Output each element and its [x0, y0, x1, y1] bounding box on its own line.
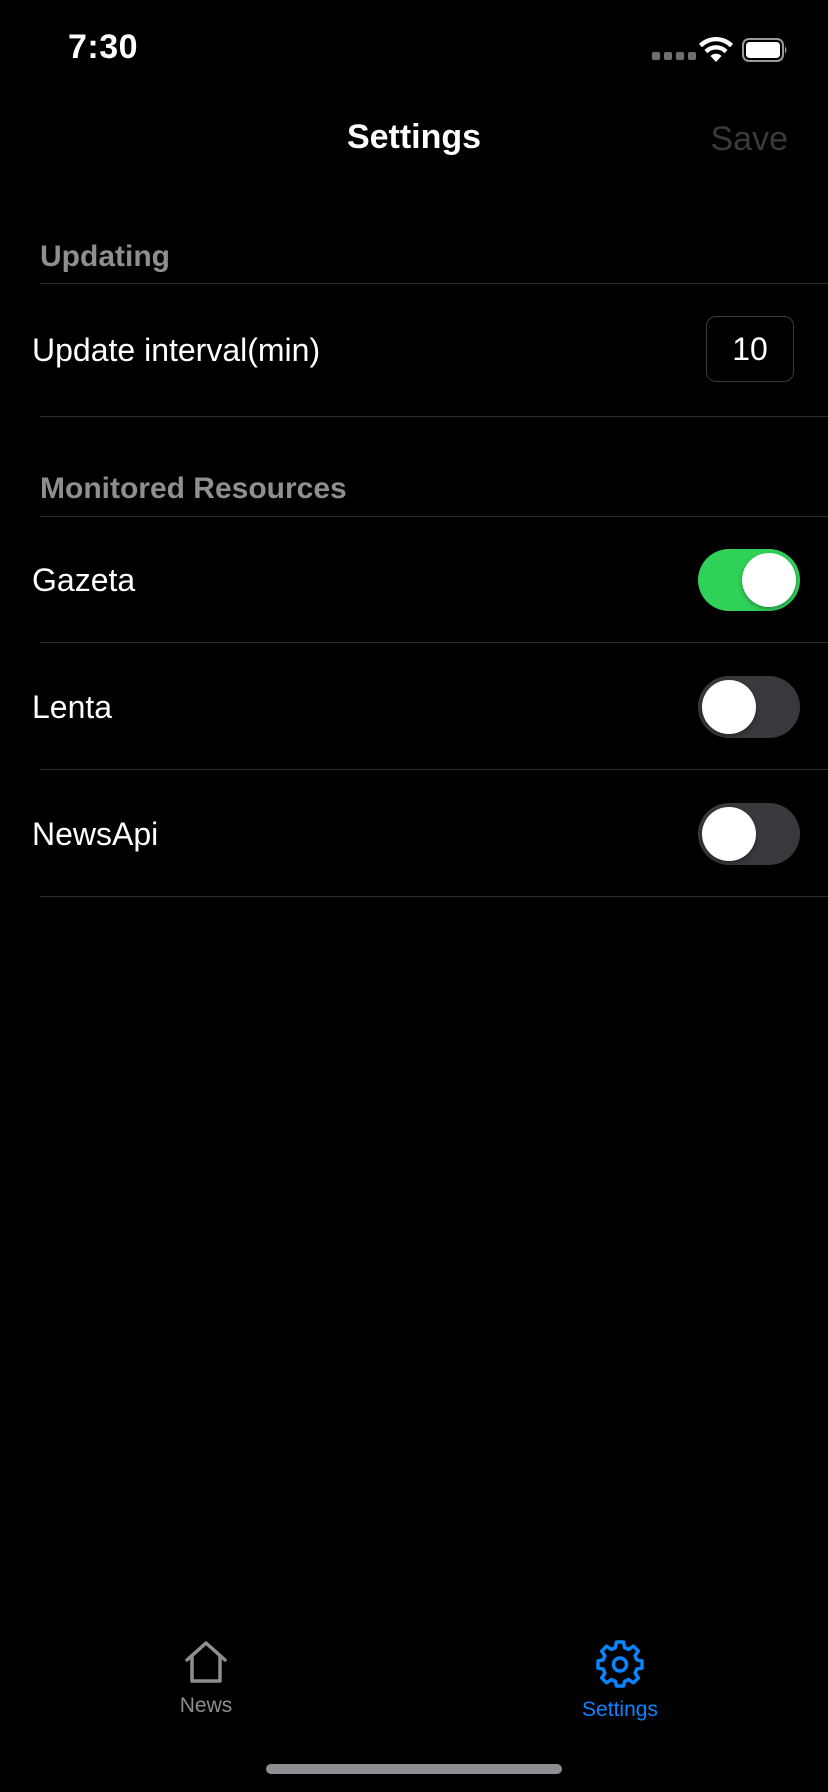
battery-icon	[742, 38, 787, 62]
separator	[40, 896, 828, 897]
tab-settings[interactable]: Settings	[540, 1640, 700, 1722]
separator	[40, 283, 828, 284]
section-header-monitored-resources: Monitored Resources	[40, 472, 347, 505]
house-icon	[185, 1641, 227, 1683]
tab-label: Settings	[582, 1698, 658, 1721]
update-interval-label: Update interval(min)	[32, 332, 321, 368]
gazeta-toggle[interactable]	[698, 549, 800, 611]
page-title: Settings	[346, 118, 482, 156]
separator	[40, 416, 828, 417]
newsapi-toggle[interactable]	[698, 803, 800, 865]
status-bar: 7:30	[0, 0, 828, 100]
lenta-toggle[interactable]	[698, 676, 800, 738]
resource-label-gazeta: Gazeta	[32, 562, 136, 598]
toggle-knob	[702, 807, 756, 861]
cellular-signal-icon	[652, 52, 696, 60]
resource-label-newsapi: NewsApi	[32, 816, 159, 852]
tab-news[interactable]: News	[126, 1640, 286, 1718]
home-indicator	[266, 1764, 562, 1774]
save-button[interactable]: Save	[711, 120, 789, 159]
status-time: 7:30	[68, 28, 139, 66]
settings-screen: 7:30 Settings Save Updating Update inter…	[0, 0, 828, 1792]
gear-icon	[596, 1640, 644, 1688]
toggle-knob	[742, 553, 796, 607]
wifi-icon	[699, 36, 733, 62]
separator	[40, 516, 828, 517]
update-interval-input[interactable]	[706, 316, 794, 382]
tab-label: News	[179, 1694, 233, 1717]
toggle-knob	[702, 680, 756, 734]
separator	[40, 642, 828, 643]
resource-label-lenta: Lenta	[32, 689, 113, 725]
separator	[40, 769, 828, 770]
section-header-updating: Updating	[40, 240, 170, 273]
